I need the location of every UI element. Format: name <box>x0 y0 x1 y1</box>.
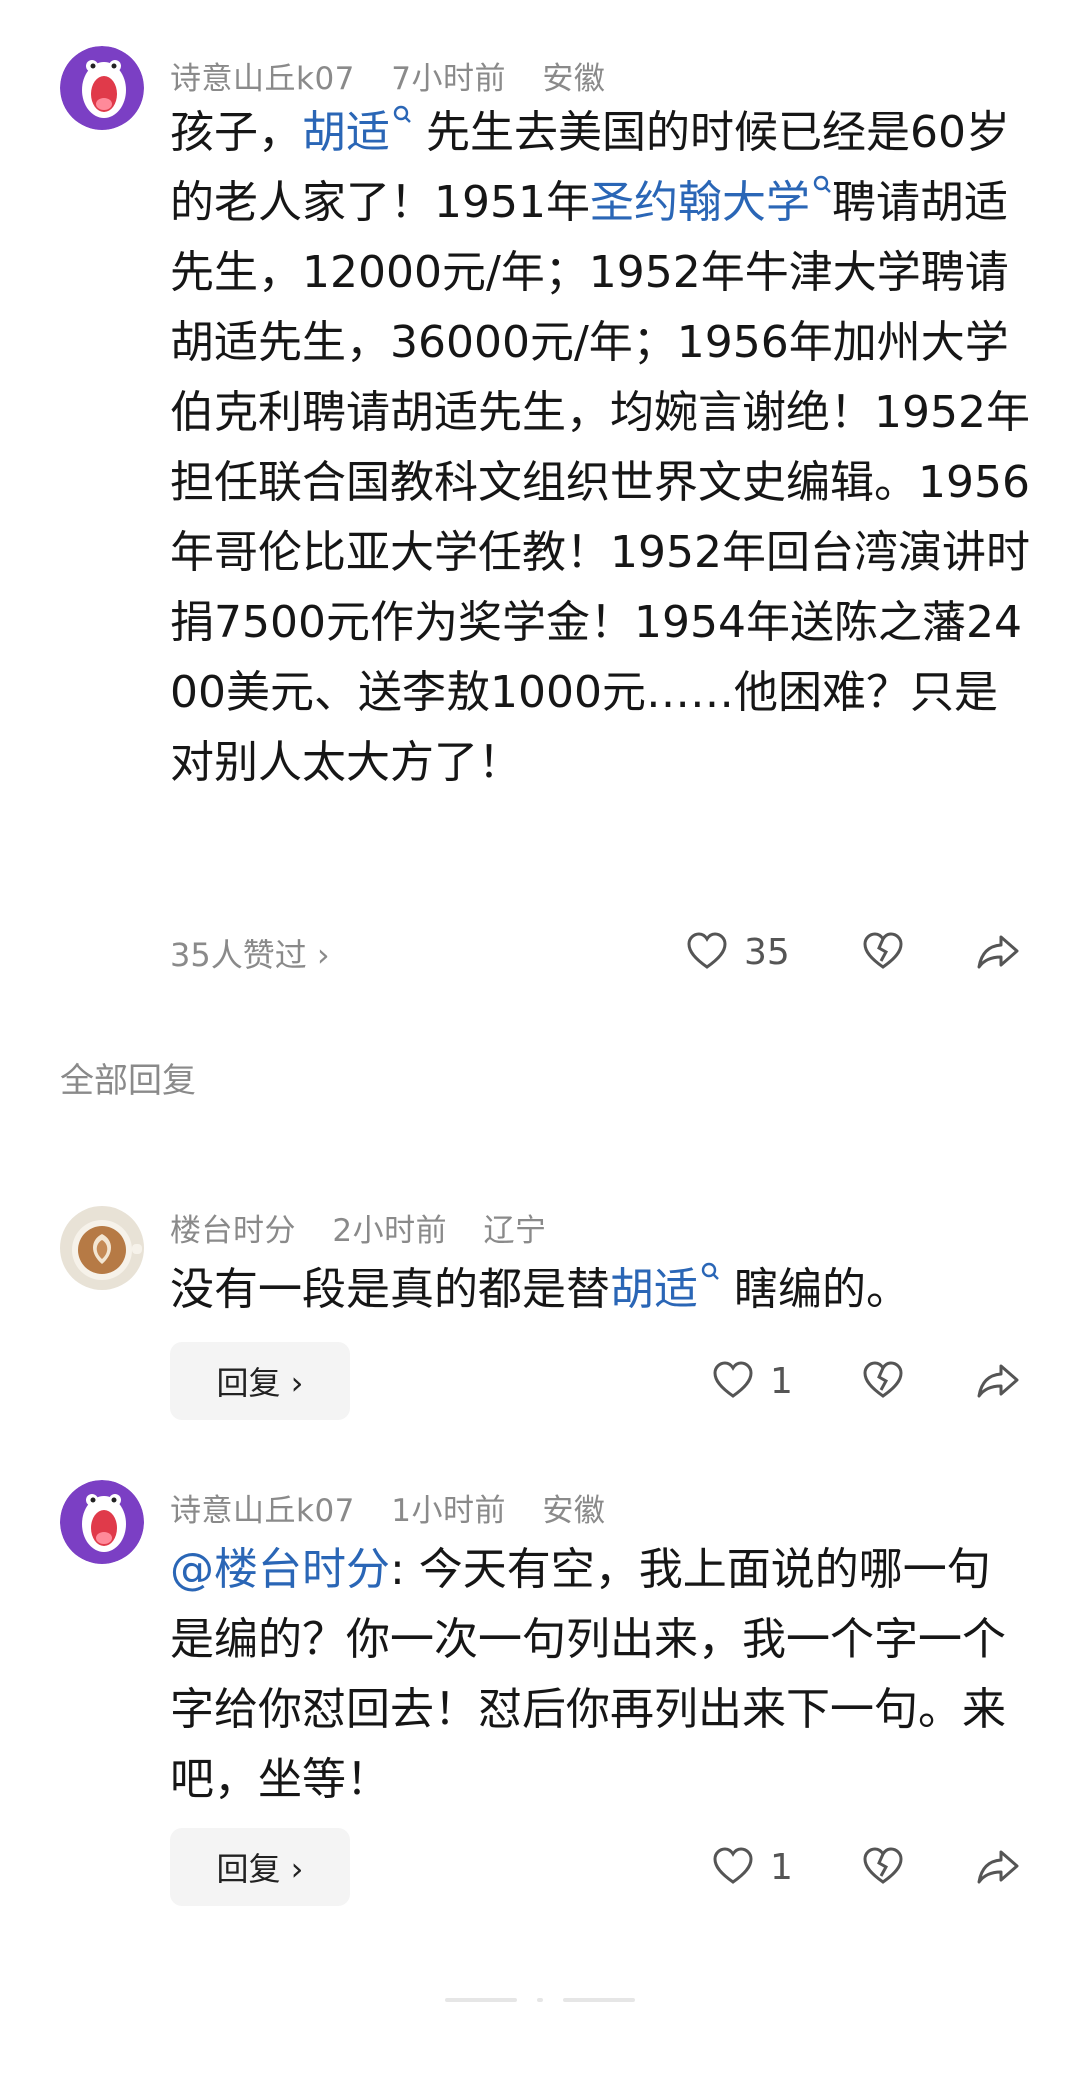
user-avatar[interactable] <box>60 46 144 130</box>
comment-text: 没有一段是真的都是替胡适 瞎编的。 <box>170 1255 1030 1325</box>
timestamp: 7小时前 <box>391 61 506 97</box>
latte-art-avatar-icon <box>60 1206 144 1290</box>
home-indicator-right <box>563 1998 635 2002</box>
location: 辽宁 <box>483 1213 547 1249</box>
broken-heart-icon <box>863 1361 903 1398</box>
dislike-button[interactable] <box>860 1841 906 1893</box>
username[interactable]: 诗意山丘k07 <box>170 1493 355 1529</box>
home-indicator-dot <box>537 1998 543 2002</box>
heart-icon <box>713 1361 753 1398</box>
share-icon <box>977 935 1019 969</box>
dislike-button[interactable] <box>860 1355 906 1407</box>
keyword-link[interactable]: 胡适 <box>302 107 390 158</box>
mention-link[interactable]: @楼台时分 <box>170 1544 390 1595</box>
search-icon <box>393 105 411 123</box>
like-button[interactable]: 1 <box>710 1841 793 1893</box>
comment-meta: 诗意山丘k07 1小时前 安徽 <box>170 1485 631 1529</box>
share-icon <box>977 1850 1019 1884</box>
username[interactable]: 楼台时分 <box>170 1213 296 1249</box>
share-icon <box>977 1364 1019 1398</box>
comment-meta: 楼台时分 2小时前 辽宁 <box>170 1205 572 1249</box>
keyword-link[interactable]: 圣约翰大学 <box>590 177 810 228</box>
text-segment: 孩子， <box>170 107 302 158</box>
location: 安徽 <box>542 61 606 97</box>
text-segment: 没有一段是真的都是替 <box>170 1264 610 1315</box>
comment-text: 孩子，胡适 先生去美国的时候已经是60岁的老人家了！1951年圣约翰大学 聘请胡适… <box>170 98 1030 798</box>
like-count: 35 <box>744 931 790 973</box>
reply-button[interactable]: 回复 › <box>170 1828 350 1906</box>
comment-text: @楼台时分: 今天有空，我上面说的哪一句是编的？你一次一句列出来，我一个字一个字… <box>170 1535 1030 1815</box>
share-button[interactable] <box>975 1841 1021 1893</box>
username[interactable]: 诗意山丘k07 <box>170 61 355 97</box>
screaming-face-avatar-icon <box>60 1480 144 1564</box>
like-button[interactable]: 1 <box>710 1355 793 1407</box>
text-segment: 瞎编的。 <box>720 1264 910 1315</box>
timestamp: 1小时前 <box>391 1493 506 1529</box>
screaming-face-avatar-icon <box>60 46 144 130</box>
heart-icon <box>713 1847 753 1884</box>
share-button[interactable] <box>975 1355 1021 1407</box>
heart-icon <box>687 932 727 969</box>
dislike-button[interactable] <box>860 926 906 978</box>
like-button[interactable]: 35 <box>684 926 790 978</box>
share-button[interactable] <box>975 926 1021 978</box>
home-indicator-left <box>445 1998 517 2002</box>
timestamp: 2小时前 <box>332 1213 448 1249</box>
keyword-link[interactable]: 胡适 <box>610 1264 698 1315</box>
user-avatar[interactable] <box>60 1206 144 1290</box>
reply-button[interactable]: 回复 › <box>170 1342 350 1420</box>
broken-heart-icon <box>863 1847 903 1884</box>
like-count: 1 <box>770 1360 793 1402</box>
comment-meta: 诗意山丘k07 7小时前 安徽 <box>170 53 631 97</box>
text-segment: 聘请胡适先生，12000元/年；1952年牛津大学聘请胡适先生，36000元/年… <box>170 177 1030 788</box>
user-avatar[interactable] <box>60 1480 144 1564</box>
search-icon <box>701 1262 719 1280</box>
search-icon <box>813 175 831 193</box>
like-count: 1 <box>770 1846 793 1888</box>
all-replies-heading: 全部回复 <box>60 1061 196 1101</box>
location: 安徽 <box>542 1493 606 1529</box>
broken-heart-icon <box>863 932 903 969</box>
likes-summary-link[interactable]: 35人赞过 › <box>170 930 330 974</box>
